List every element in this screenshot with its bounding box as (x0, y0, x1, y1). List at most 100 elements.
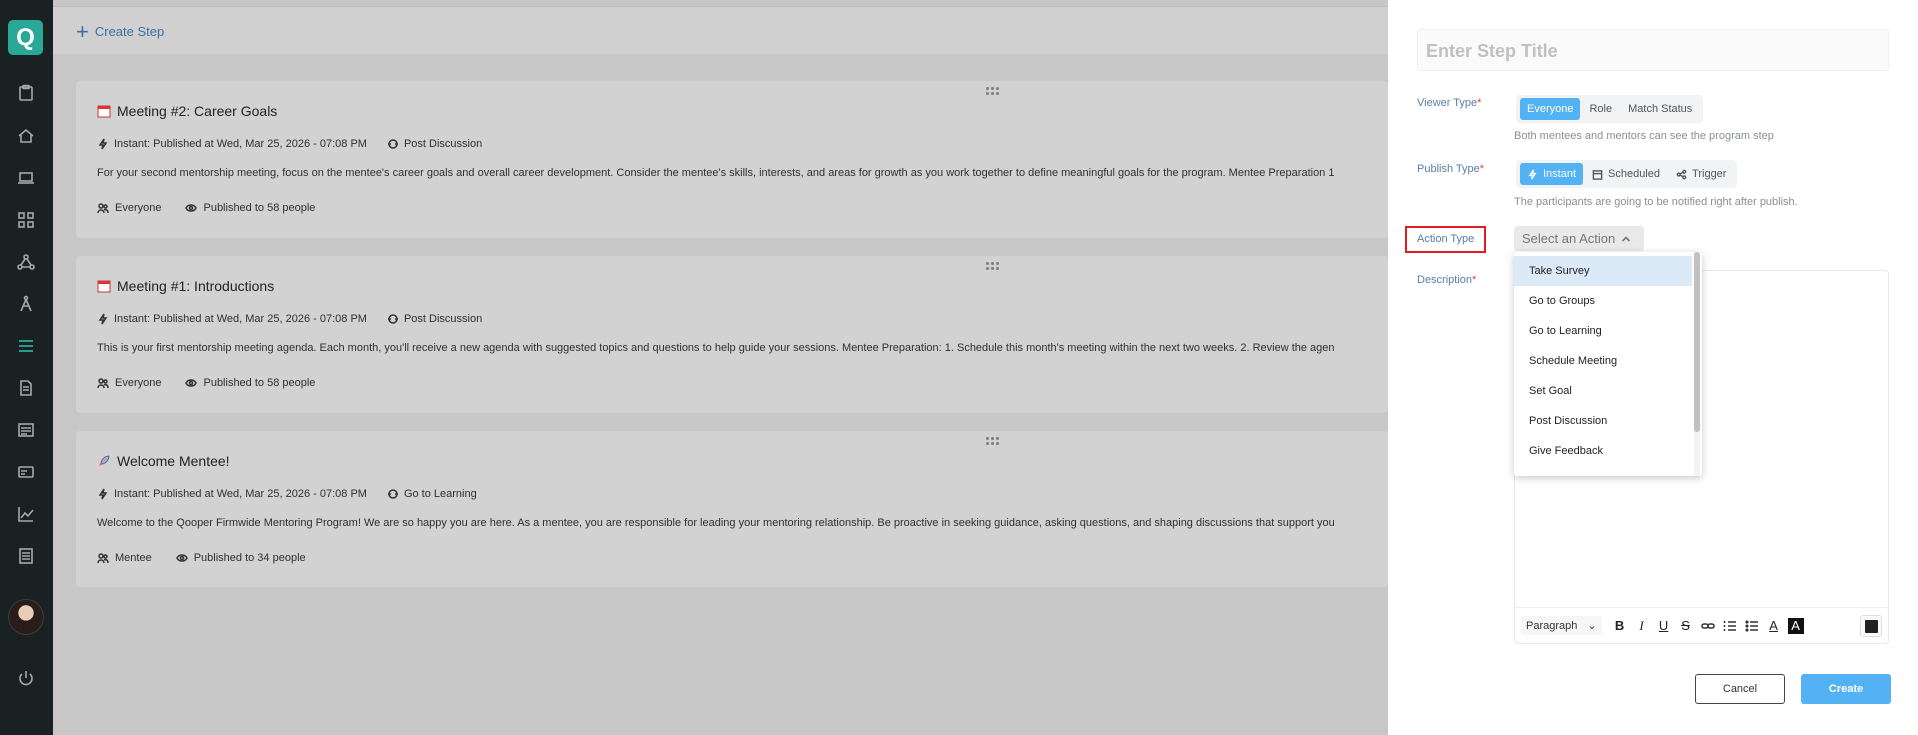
publish-type-label: Publish Type* (1417, 163, 1485, 175)
expand-icon[interactable] (1860, 615, 1882, 637)
strikethrough-icon[interactable]: S (1678, 618, 1694, 634)
publish-type-instant[interactable]: Instant (1520, 163, 1584, 185)
network-icon[interactable] (14, 250, 38, 274)
lightning-icon (98, 488, 108, 500)
laptop-icon[interactable] (14, 166, 38, 190)
bullet-list-icon[interactable] (1744, 618, 1760, 634)
step-footer: Everyone Published to 58 people (97, 377, 315, 389)
step-title: Meeting #1: Introductions (97, 278, 274, 294)
create-step-panel: Enter Step Title Viewer Type* Everyone R… (1388, 0, 1918, 735)
discussion-icon (387, 314, 398, 324)
viewer-type-match-status[interactable]: Match Status (1621, 98, 1699, 120)
step-footer: Mentee Published to 34 people (97, 552, 306, 564)
app-root: Q + Create Step Meeting #2: Career Goals… (0, 0, 1918, 735)
document-icon[interactable] (14, 376, 38, 400)
highlight-color-icon[interactable]: A (1787, 617, 1804, 634)
drag-handle-icon[interactable] (986, 87, 1002, 95)
chevron-down-icon: ⌄ (1587, 620, 1597, 632)
scrollbar-thumb[interactable] (1694, 252, 1700, 432)
viewer-type-role[interactable]: Role (1582, 98, 1619, 120)
eye-icon (185, 204, 198, 212)
action-option-go-to-groups[interactable]: Go to Groups (1514, 286, 1692, 316)
calendar-icon (1592, 169, 1603, 180)
step-card[interactable]: Meeting #1: Introductions Instant: Publi… (76, 256, 1388, 413)
compass-icon[interactable] (14, 292, 38, 316)
step-description: For your second mentorship meeting, focu… (97, 167, 1335, 179)
action-option-give-feedback[interactable]: Give Feedback (1514, 436, 1692, 466)
description-label: Description* (1417, 274, 1477, 286)
top-bar: + Create Step (53, 6, 1388, 54)
viewer-type-helper: Both mentees and mentors can see the pro… (1514, 130, 1774, 142)
paragraph-style-select[interactable]: Paragraph ⌄ (1521, 616, 1602, 635)
drag-handle-icon[interactable] (986, 437, 1002, 445)
text-color-icon[interactable]: A (1766, 618, 1782, 634)
share-icon (1676, 169, 1687, 179)
chevron-up-icon (1622, 235, 1631, 242)
publish-type-helper: The participants are going to be notifie… (1514, 196, 1798, 208)
calendar-icon (97, 280, 111, 293)
viewer-type-label: Viewer Type* (1417, 97, 1482, 109)
action-option-post-discussion[interactable]: Post Discussion (1514, 406, 1692, 436)
report-icon[interactable] (14, 544, 38, 568)
learning-icon (387, 489, 398, 499)
italic-icon[interactable]: I (1634, 618, 1650, 634)
step-card[interactable]: Welcome Mentee! Instant: Published at We… (76, 431, 1388, 587)
home-icon[interactable] (14, 124, 38, 148)
lightning-icon (98, 138, 108, 150)
step-description: This is your first mentorship meeting ag… (97, 342, 1335, 354)
news-icon[interactable] (14, 418, 38, 442)
editor-toolbar: Paragraph ⌄ B I U S A A (1515, 607, 1888, 643)
publish-type-trigger[interactable]: Trigger (1669, 163, 1733, 185)
chart-icon[interactable] (14, 502, 38, 526)
viewer-type-selector: Everyone Role Match Status (1516, 95, 1704, 123)
publish-type-selector: Instant Scheduled Trigger (1516, 160, 1738, 188)
step-title: Meeting #2: Career Goals (97, 103, 277, 119)
discussion-icon (387, 139, 398, 149)
plus-icon: + (76, 18, 89, 44)
people-icon (97, 553, 109, 564)
rocket-icon (99, 455, 110, 466)
step-title-input[interactable]: Enter Step Title (1417, 29, 1889, 71)
bold-icon[interactable]: B (1612, 618, 1628, 634)
action-type-dropdown: Take Survey Go to Groups Go to Learning … (1514, 252, 1702, 476)
numbered-list-icon[interactable] (1722, 618, 1738, 634)
publish-type-scheduled[interactable]: Scheduled (1585, 163, 1667, 185)
step-description: Welcome to the Qooper Firmwide Mentoring… (97, 517, 1335, 529)
card-icon[interactable] (14, 460, 38, 484)
app-logo[interactable]: Q (8, 20, 43, 55)
avatar[interactable] (8, 599, 44, 635)
grid-icon[interactable] (14, 208, 38, 232)
eye-icon (175, 554, 188, 562)
step-meta: Instant: Published at Wed, Mar 25, 2026 … (97, 138, 482, 150)
action-option-schedule-meeting[interactable]: Schedule Meeting (1514, 346, 1692, 376)
calendar-icon (97, 105, 111, 118)
create-step-button[interactable]: + Create Step (76, 18, 165, 44)
link-icon[interactable] (1700, 618, 1716, 634)
create-step-label: Create Step (94, 24, 165, 39)
underline-icon[interactable]: U (1656, 618, 1672, 634)
lightning-icon (1528, 169, 1537, 179)
action-type-select[interactable]: Select an Action (1514, 226, 1644, 251)
people-icon (97, 378, 109, 389)
list-icon[interactable] (14, 334, 38, 358)
lightning-icon (98, 313, 108, 325)
step-footer: Everyone Published to 58 people (97, 202, 315, 214)
action-option-take-survey[interactable]: Take Survey (1514, 256, 1692, 286)
create-button[interactable]: Create (1801, 674, 1891, 704)
main-content: + Create Step Meeting #2: Career Goals I… (53, 0, 1388, 735)
viewer-type-everyone[interactable]: Everyone (1520, 98, 1581, 120)
action-type-label: Action Type (1417, 233, 1475, 245)
power-icon[interactable] (14, 666, 38, 690)
cancel-button[interactable]: Cancel (1695, 674, 1785, 704)
eye-icon (185, 379, 198, 387)
drag-handle-icon[interactable] (986, 262, 1002, 270)
sidebar: Q (0, 0, 53, 735)
action-option-go-to-learning[interactable]: Go to Learning (1514, 316, 1692, 346)
step-meta: Instant: Published at Wed, Mar 25, 2026 … (97, 313, 482, 325)
clipboard-icon[interactable] (14, 81, 38, 105)
step-card[interactable]: Meeting #2: Career Goals Instant: Publis… (76, 81, 1388, 238)
step-title: Welcome Mentee! (97, 453, 230, 469)
people-icon (97, 203, 109, 214)
action-option-set-goal[interactable]: Set Goal (1514, 376, 1692, 406)
dropdown-scrollbar[interactable] (1694, 252, 1700, 476)
